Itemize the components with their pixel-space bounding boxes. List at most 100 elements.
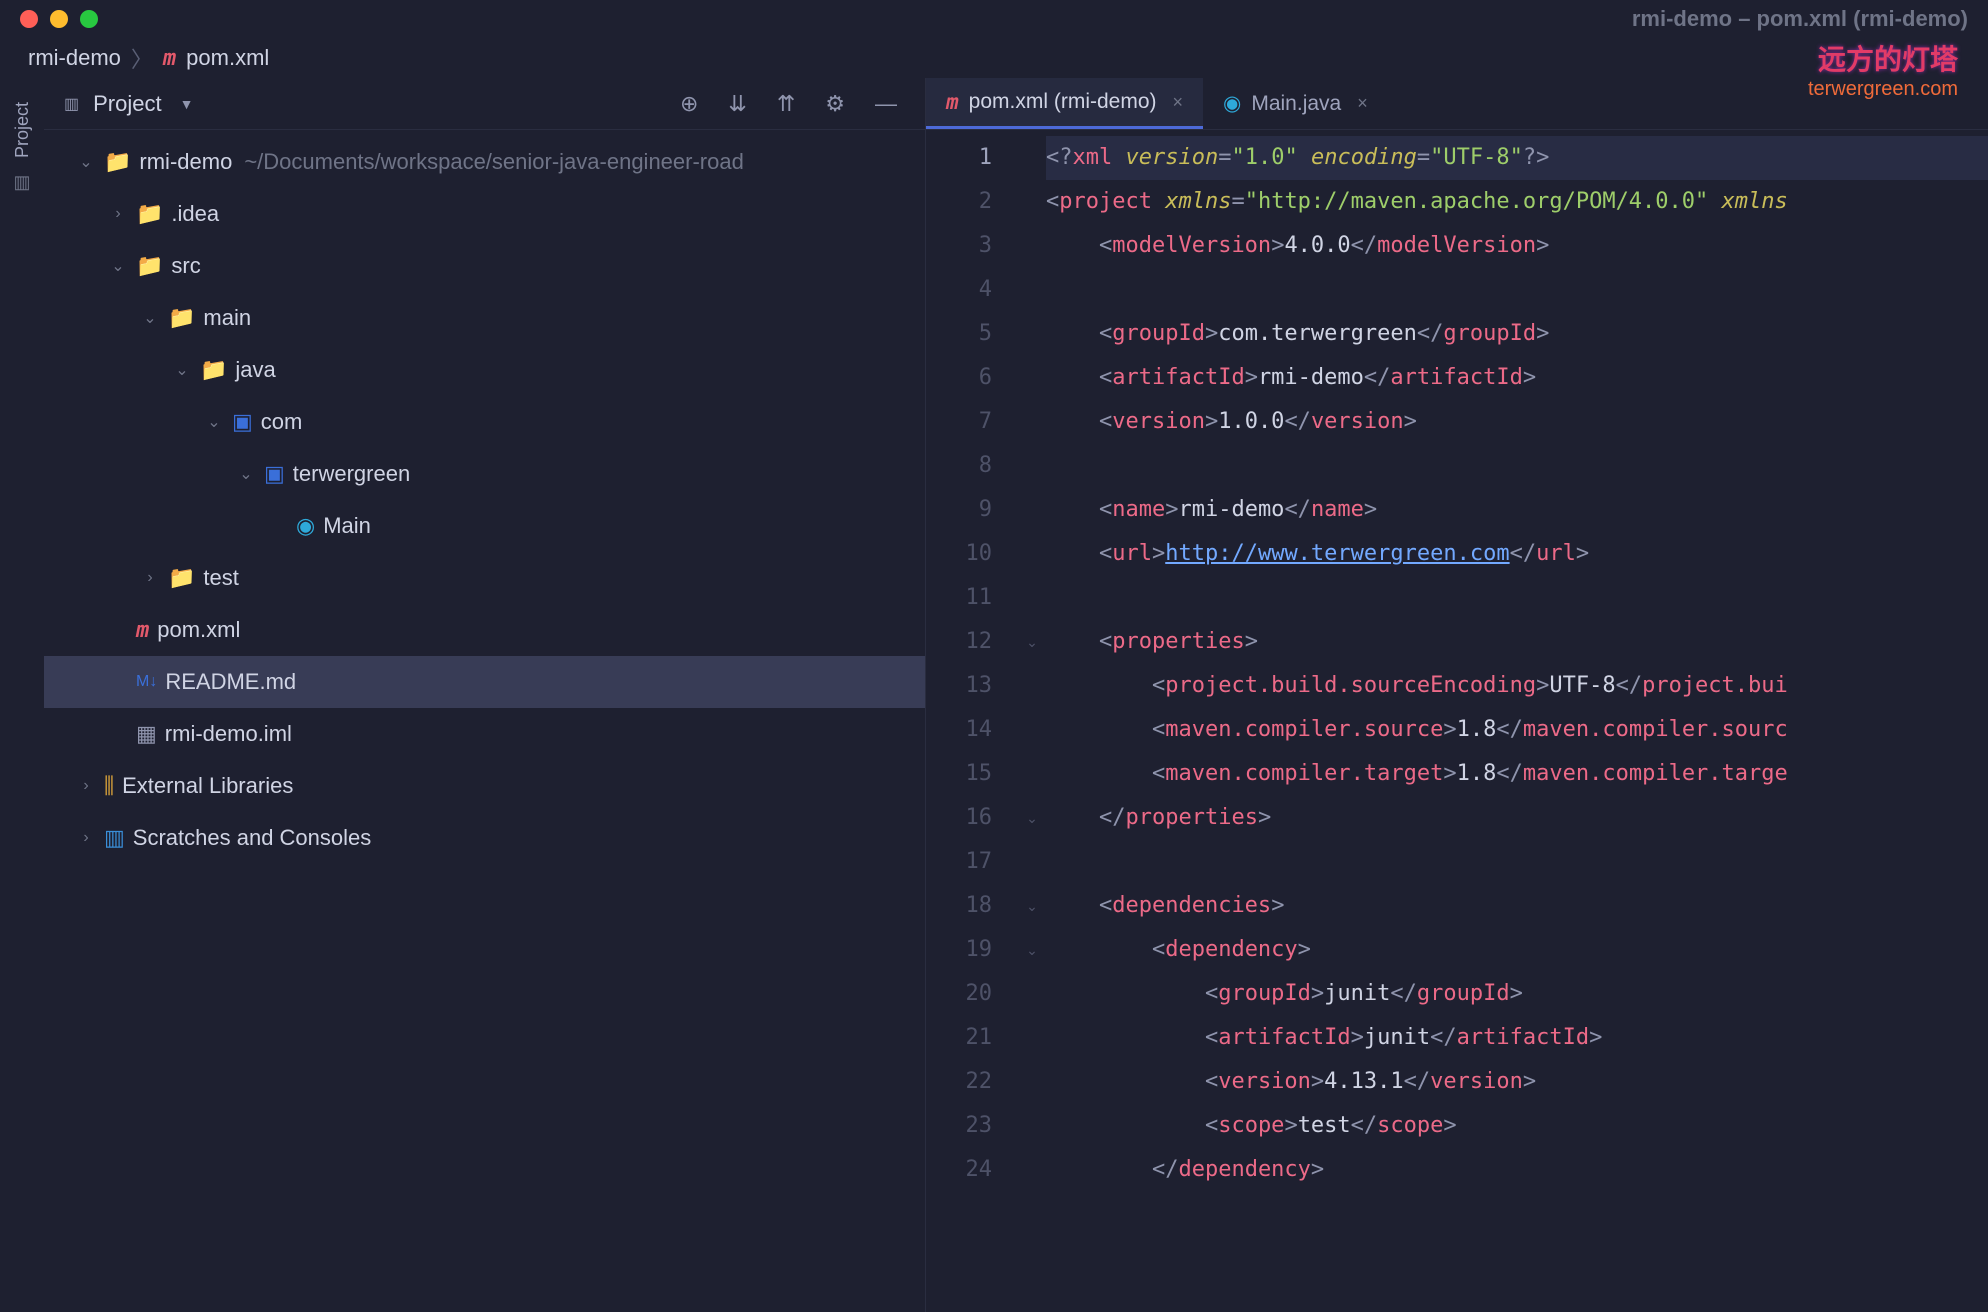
line-number[interactable]: 3 xyxy=(926,224,992,268)
code-line[interactable]: <dependency> xyxy=(1046,928,1988,972)
line-number[interactable]: 14 xyxy=(926,708,992,752)
tree-item[interactable]: ◉Main xyxy=(44,500,925,552)
tree-item[interactable]: ›▥Scratches and Consoles xyxy=(44,812,925,864)
tree-arrow-icon[interactable]: ⌄ xyxy=(140,308,160,328)
line-number[interactable]: 7 xyxy=(926,400,992,444)
tree-arrow-icon[interactable]: › xyxy=(108,205,128,223)
close-icon[interactable]: × xyxy=(1173,92,1184,113)
code-line[interactable]: <maven.compiler.source>1.8</maven.compil… xyxy=(1046,708,1988,752)
tree-item[interactable]: ›⫼External Libraries xyxy=(44,760,925,812)
line-number[interactable]: 5 xyxy=(926,312,992,356)
editor-tab[interactable]: mpom.xml (rmi-demo)× xyxy=(926,78,1203,129)
tree-arrow-icon[interactable]: ⌄ xyxy=(108,256,128,276)
gear-icon[interactable]: ⚙ xyxy=(817,91,853,117)
maximize-window-button[interactable] xyxy=(80,10,98,28)
code-line[interactable]: <modelVersion>4.0.0</modelVersion> xyxy=(1046,224,1988,268)
tree-item[interactable]: ⌄▣com xyxy=(44,396,925,448)
tree-item-label: External Libraries xyxy=(122,773,293,799)
tree-arrow-icon[interactable]: › xyxy=(76,829,96,847)
tree-item[interactable]: ⌄📁java xyxy=(44,344,925,396)
line-number[interactable]: 1 xyxy=(926,136,992,180)
tree-arrow-icon[interactable]: ⌄ xyxy=(172,360,192,380)
tree-item-label: java xyxy=(235,357,275,383)
tree-arrow-icon[interactable]: ⌄ xyxy=(236,464,256,484)
line-number[interactable]: 8 xyxy=(926,444,992,488)
line-number[interactable]: 10 xyxy=(926,532,992,576)
code-line[interactable]: <artifactId>junit</artifactId> xyxy=(1046,1016,1988,1060)
tree-arrow-icon[interactable]: ⌄ xyxy=(204,412,224,432)
line-number[interactable]: 22 xyxy=(926,1060,992,1104)
code-line[interactable]: <?xml version="1.0" encoding="UTF-8"?> xyxy=(1046,136,1988,180)
line-number[interactable]: 21 xyxy=(926,1016,992,1060)
code-line[interactable]: <version>4.13.1</version> xyxy=(1046,1060,1988,1104)
expand-all-icon[interactable]: ⇊ xyxy=(720,91,754,117)
tree-item[interactable]: mpom.xml xyxy=(44,604,925,656)
code-line[interactable]: <groupId>junit</groupId> xyxy=(1046,972,1988,1016)
code-line[interactable]: <project.build.sourceEncoding>UTF-8</pro… xyxy=(1046,664,1988,708)
line-number[interactable]: 11 xyxy=(926,576,992,620)
line-number[interactable]: 15 xyxy=(926,752,992,796)
code-line[interactable] xyxy=(1046,576,1988,620)
breadcrumb-root[interactable]: rmi-demo xyxy=(28,45,121,71)
code-line[interactable]: <version>1.0.0</version> xyxy=(1046,400,1988,444)
code-line[interactable]: <properties> xyxy=(1046,620,1988,664)
tree-item[interactable]: ▦rmi-demo.iml xyxy=(44,708,925,760)
line-number[interactable]: 20 xyxy=(926,972,992,1016)
tree-arrow-icon[interactable]: › xyxy=(76,777,96,795)
hide-panel-icon[interactable]: — xyxy=(867,91,905,117)
code-line[interactable] xyxy=(1046,444,1988,488)
tree-item[interactable]: ⌄📁main xyxy=(44,292,925,344)
code-content[interactable]: <?xml version="1.0" encoding="UTF-8"?><p… xyxy=(1042,130,1988,1312)
window-icon[interactable]: ▥ xyxy=(13,172,30,193)
line-number[interactable]: 17 xyxy=(926,840,992,884)
line-number[interactable]: 2 xyxy=(926,180,992,224)
tree-item[interactable]: M↓README.md xyxy=(44,656,925,708)
line-number[interactable]: 4 xyxy=(926,268,992,312)
fold-marker[interactable]: ⌄ xyxy=(1022,620,1042,664)
tree-item[interactable]: ⌄▣terwergreen xyxy=(44,448,925,500)
line-number[interactable]: 19 xyxy=(926,928,992,972)
code-line[interactable]: <name>rmi-demo</name> xyxy=(1046,488,1988,532)
code-line[interactable]: <project xmlns="http://maven.apache.org/… xyxy=(1046,180,1988,224)
collapse-all-icon[interactable]: ⇈ xyxy=(769,91,803,117)
code-line[interactable]: <dependencies> xyxy=(1046,884,1988,928)
line-number[interactable]: 24 xyxy=(926,1148,992,1192)
editor-tab[interactable]: ◉Main.java× xyxy=(1203,78,1388,129)
code-line[interactable]: <scope>test</scope> xyxy=(1046,1104,1988,1148)
tree-item[interactable]: ›📁.idea xyxy=(44,188,925,240)
line-number[interactable]: 12 xyxy=(926,620,992,664)
maven-file-icon: m xyxy=(163,46,176,71)
fold-marker[interactable]: ⌄ xyxy=(1022,796,1042,840)
code-line[interactable]: <url>http://www.terwergreen.com</url> xyxy=(1046,532,1988,576)
close-window-button[interactable] xyxy=(20,10,38,28)
line-number[interactable]: 16 xyxy=(926,796,992,840)
select-opened-icon[interactable]: ⊕ xyxy=(672,91,706,117)
line-number[interactable]: 6 xyxy=(926,356,992,400)
tree-item[interactable]: ⌄📁src xyxy=(44,240,925,292)
panel-title[interactable]: Project xyxy=(93,91,161,117)
code-line[interactable]: </dependency> xyxy=(1046,1148,1988,1192)
code-line[interactable]: </properties> xyxy=(1046,796,1988,840)
close-icon[interactable]: × xyxy=(1357,93,1368,114)
line-number[interactable]: 9 xyxy=(926,488,992,532)
tree-arrow-icon[interactable]: › xyxy=(140,569,160,587)
code-line[interactable]: <artifactId>rmi-demo</artifactId> xyxy=(1046,356,1988,400)
code-line[interactable]: <maven.compiler.target>1.8</maven.compil… xyxy=(1046,752,1988,796)
code-line[interactable]: <groupId>com.terwergreen</groupId> xyxy=(1046,312,1988,356)
fold-marker[interactable]: ⌄ xyxy=(1022,928,1042,972)
breadcrumb-file[interactable]: pom.xml xyxy=(186,45,269,71)
line-number[interactable]: 18 xyxy=(926,884,992,928)
line-number[interactable]: 23 xyxy=(926,1104,992,1148)
minimize-window-button[interactable] xyxy=(50,10,68,28)
chevron-down-icon[interactable]: ▼ xyxy=(180,96,194,112)
code-line[interactable] xyxy=(1046,840,1988,884)
tree-item[interactable]: ›📁test xyxy=(44,552,925,604)
fold-marker[interactable]: ⌄ xyxy=(1022,884,1042,928)
project-tool-tab[interactable]: Project xyxy=(12,94,33,166)
line-number[interactable]: 13 xyxy=(926,664,992,708)
tree-arrow-icon[interactable]: ⌄ xyxy=(76,152,96,172)
left-tool-rail: Project ▥ xyxy=(0,78,44,1312)
code-editor[interactable]: 123456789101112131415161718192021222324 … xyxy=(926,130,1988,1312)
code-line[interactable] xyxy=(1046,268,1988,312)
tree-item[interactable]: ⌄📁rmi-demo ~/Documents/workspace/senior-… xyxy=(44,136,925,188)
